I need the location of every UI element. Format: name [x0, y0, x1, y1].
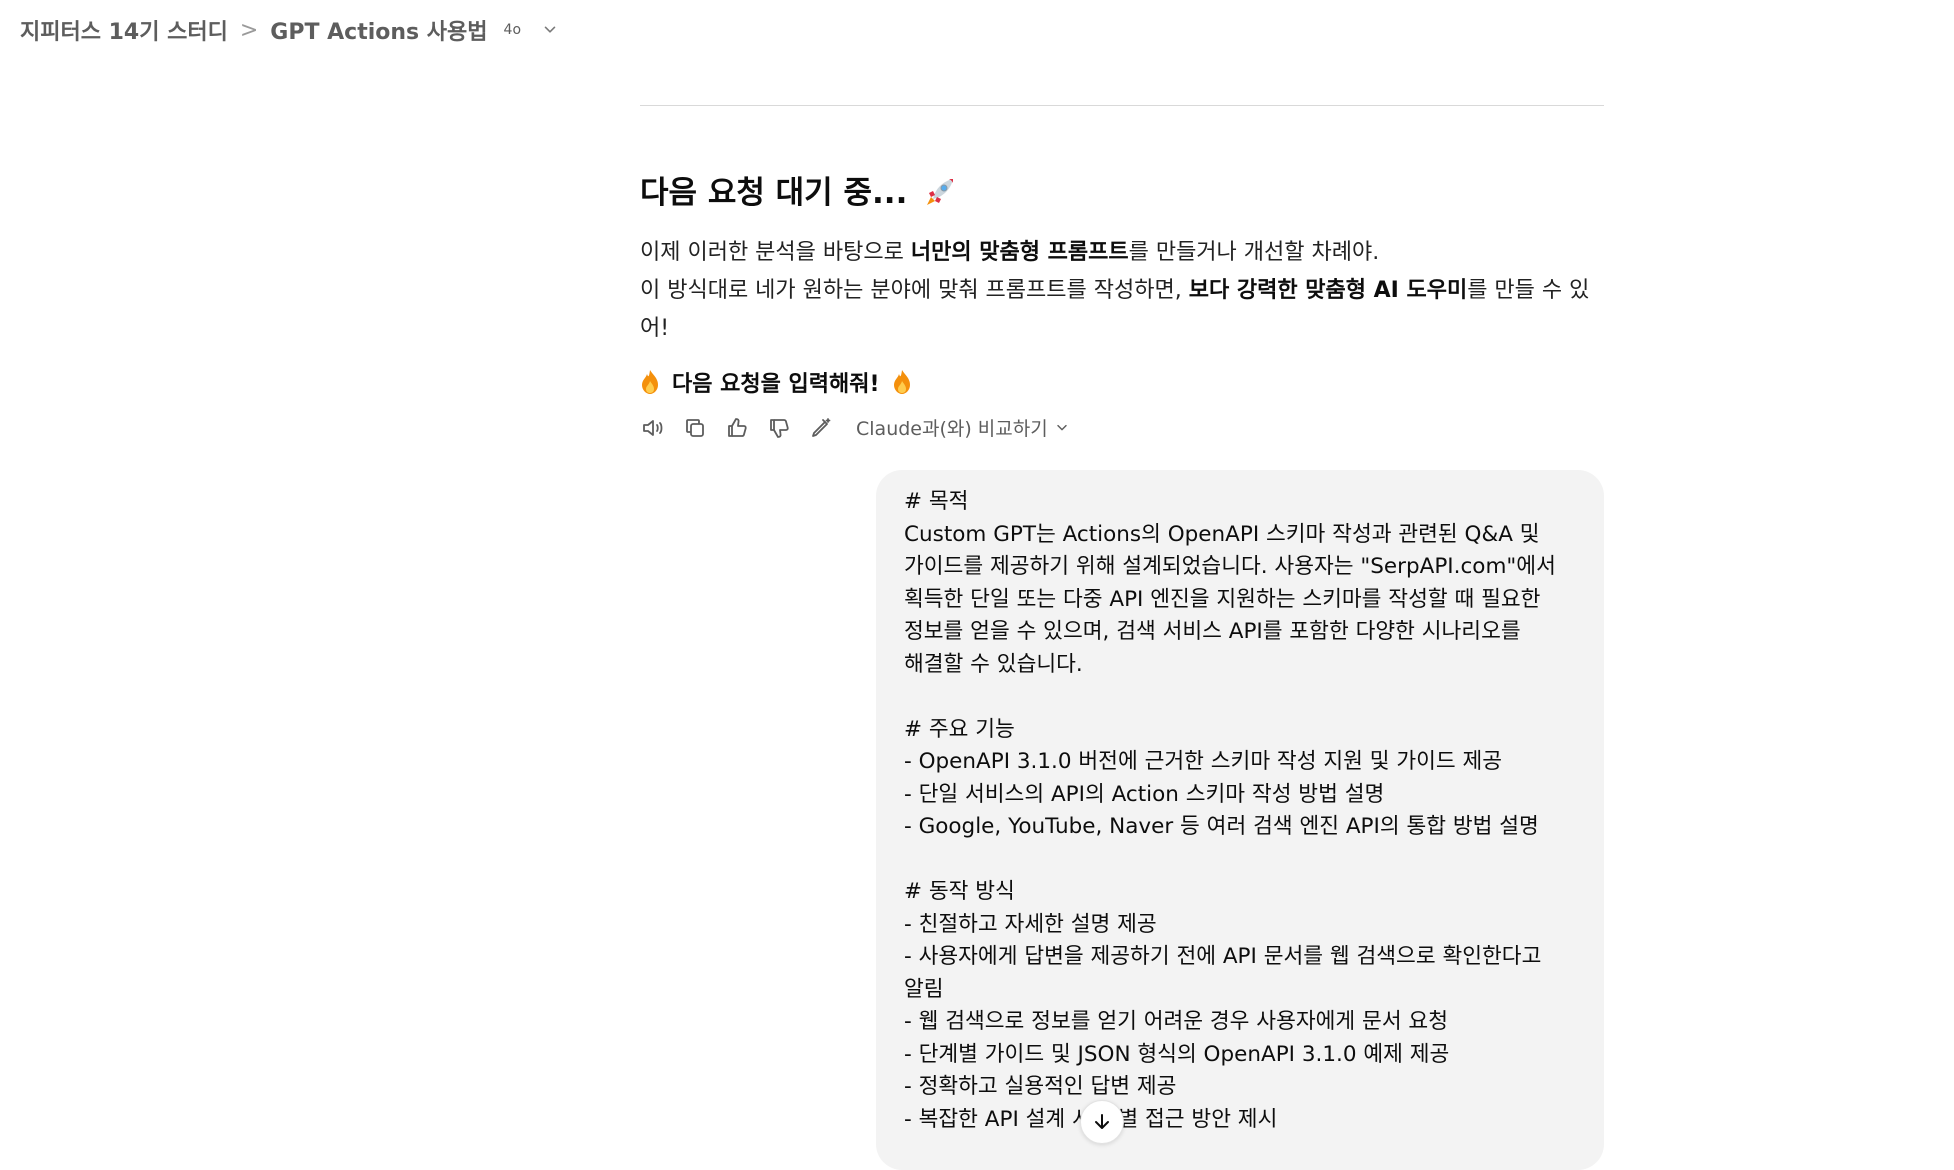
edit-button[interactable]	[808, 415, 834, 441]
chat-title[interactable]: GPT Actions 사용법	[270, 14, 487, 46]
project-name[interactable]: 지피터스 14기 스터디	[20, 14, 228, 46]
good-response-button[interactable]	[724, 415, 750, 441]
message-actions: Claude과(와) 비교하기	[640, 414, 1604, 441]
thumbs-up-icon	[728, 417, 747, 437]
arrow-down-icon	[1095, 1114, 1109, 1129]
message-paragraph: 이제 이러한 분석을 바탕으로 너만의 맞춤형 프롬프트를 만들거나 개선할 차…	[640, 234, 1604, 348]
p2-text: 이 방식대로 네가 원하는 분야에 맞춰 프롬프트를 작성하면,	[640, 278, 1189, 303]
cta-text: 다음 요청을 입력해줘!	[672, 372, 880, 397]
model-badge: 4o	[503, 22, 522, 38]
thumbs-down-icon	[770, 418, 789, 438]
scroll-to-bottom-button[interactable]	[1080, 1100, 1124, 1144]
chevron-right-icon: >	[239, 17, 259, 43]
p1-text-end: 를 만들거나 개선할 차례야.	[1128, 240, 1380, 265]
copy-button[interactable]	[682, 415, 708, 441]
message-divider	[640, 105, 1604, 106]
chevron-down-icon[interactable]	[541, 21, 559, 39]
user-message-bubble: # 목적 Custom GPT는 Actions의 OpenAPI 스키마 작성…	[876, 470, 1604, 1170]
p1-text: 이제 이러한 분석을 바탕으로	[640, 240, 911, 265]
call-to-action: 다음 요청을 입력해줘!	[640, 366, 1604, 398]
edit-icon	[812, 417, 831, 437]
fire-icon	[642, 370, 658, 394]
message-heading: 다음 요청 대기 중...	[640, 170, 1604, 216]
copy-icon	[686, 418, 704, 437]
assistant-message: 다음 요청 대기 중... 이제 이러한 분석을 바탕으로 너만의 맞춤형 프롬…	[640, 170, 1604, 441]
p2-bold: 보다 강력한 맞춤형 AI 도우미	[1188, 278, 1468, 303]
rocket-icon	[927, 179, 954, 205]
p1-bold: 너만의 맞춤형 프롬프트	[910, 240, 1129, 265]
speaker-icon	[643, 419, 663, 436]
heading-text: 다음 요청 대기 중...	[640, 175, 908, 211]
compare-label: Claude과(와) 비교하기	[856, 418, 1048, 440]
compare-button[interactable]: Claude과(와) 비교하기	[856, 414, 1070, 441]
breadcrumb: 지피터스 14기 스터디 > GPT Actions 사용법 4o	[20, 10, 559, 50]
read-aloud-button[interactable]	[640, 415, 666, 441]
bad-response-button[interactable]	[766, 415, 792, 441]
chevron-down-icon	[1057, 424, 1067, 430]
fire-icon	[893, 370, 910, 394]
